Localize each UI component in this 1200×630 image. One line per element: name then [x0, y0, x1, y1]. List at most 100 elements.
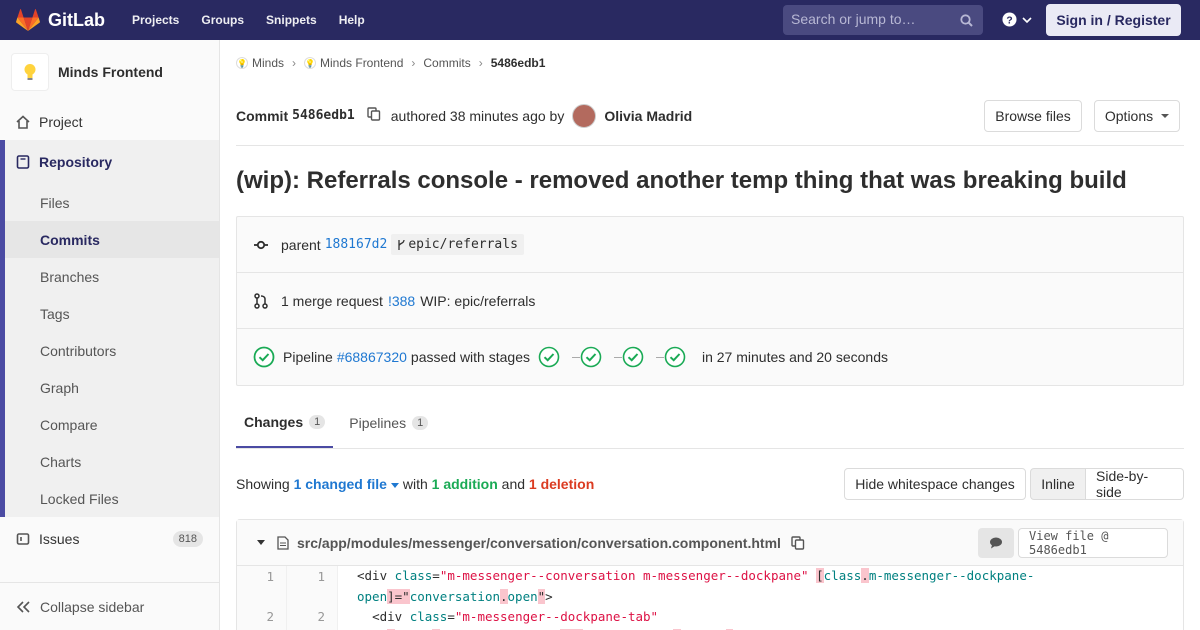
sign-in-button[interactable]: Sign in / Register	[1046, 4, 1181, 36]
with-text: with	[402, 476, 428, 492]
home-icon	[16, 114, 30, 129]
copy-icon[interactable]	[791, 535, 805, 550]
collapse-file-toggle[interactable]	[257, 540, 265, 545]
new-line-number[interactable]: 2	[287, 607, 338, 627]
tab-changes[interactable]: Changes 1	[236, 398, 334, 448]
gitlab-logo-link[interactable]: GitLab	[16, 9, 105, 31]
merge-request-row: 1 merge request !388 WIP: epic/referrals	[237, 273, 1183, 329]
diff-line: 1 1 <div class="m-messenger--conversatio…	[237, 566, 1183, 587]
sidebar-item-charts[interactable]: Charts	[0, 443, 219, 480]
sidebar-item-locked-files[interactable]: Locked Files	[0, 480, 219, 517]
copy-sha-button[interactable]	[367, 107, 381, 124]
inline-view-button[interactable]: Inline	[1030, 468, 1086, 500]
sidebar-item-project[interactable]: Project	[0, 103, 219, 140]
pipeline-row: Pipeline #68867320 passed with stages in…	[237, 329, 1183, 385]
old-line-number	[237, 587, 287, 607]
author-name[interactable]: Olivia Madrid	[604, 108, 692, 124]
sidebar-item-label: Repository	[39, 154, 113, 170]
sidebar-item-files[interactable]: Files	[0, 184, 219, 221]
diff-line: 2 2 <div class="m-messenger--dockpane-ta…	[237, 607, 1183, 627]
hide-whitespace-button[interactable]: Hide whitespace changes	[844, 468, 1026, 500]
stage-connector	[655, 356, 664, 358]
pipeline-stages	[538, 346, 698, 368]
merge-request-icon	[254, 292, 268, 309]
svg-text:?: ?	[1006, 15, 1012, 26]
branch-name: epic/referrals	[408, 237, 518, 252]
breadcrumb-current[interactable]: 5486edb1	[491, 56, 546, 70]
search-placeholder: Search or jump to…	[791, 11, 916, 27]
sidebar-item-compare[interactable]: Compare	[0, 406, 219, 443]
branch-ref[interactable]: epic/referrals	[391, 234, 524, 255]
toggle-comments-button[interactable]	[978, 528, 1014, 558]
diff-file: src/app/modules/messenger/conversation/c…	[236, 519, 1184, 630]
new-line-number[interactable]: 1	[287, 566, 338, 587]
stage-success-icon[interactable]	[622, 346, 644, 368]
nav-snippets[interactable]: Snippets	[266, 13, 317, 27]
sidebar-item-tags[interactable]: Tags	[0, 295, 219, 332]
code-line: open]="conversation.open">	[357, 589, 553, 604]
sidebar-repository-section: Repository Files Commits Branches Tags C…	[0, 140, 219, 517]
project-avatar-small: 💡	[304, 57, 317, 69]
changed-files-dropdown[interactable]: 1 changed file	[294, 476, 399, 492]
deletions-count: 1 deletion	[528, 476, 595, 492]
nav-groups[interactable]: Groups	[201, 13, 244, 27]
sidebar-item-contributors[interactable]: Contributors	[0, 332, 219, 369]
sidebar-item-graph[interactable]: Graph	[0, 369, 219, 406]
project-name: Minds Frontend	[58, 63, 163, 80]
nav-projects[interactable]: Projects	[132, 13, 179, 27]
tab-label: Changes	[244, 414, 304, 430]
file-path[interactable]: src/app/modules/messenger/conversation/c…	[297, 535, 781, 551]
breadcrumb-item[interactable]: 💡 Minds	[236, 56, 284, 70]
book-icon	[16, 155, 30, 169]
gitlab-logo-icon	[16, 9, 40, 31]
breadcrumb-item[interactable]: 💡 Minds Frontend	[304, 56, 403, 70]
pipeline-link[interactable]: #68867320	[337, 349, 407, 365]
tab-pipelines[interactable]: Pipelines 1	[341, 398, 436, 448]
diff-line: open]="conversation.open">	[237, 587, 1183, 607]
showing-text: Showing	[236, 476, 290, 492]
chevron-right-icon: ›	[411, 56, 416, 70]
old-line-number[interactable]: 1	[237, 566, 287, 587]
search-input[interactable]: Search or jump to…	[783, 5, 983, 35]
stage-success-icon[interactable]	[538, 346, 560, 368]
parent-sha-link[interactable]: 188167d2	[325, 237, 388, 252]
chevron-down-icon	[1022, 16, 1032, 23]
collapse-sidebar-button[interactable]: Collapse sidebar	[0, 582, 219, 630]
author-avatar[interactable]	[572, 103, 597, 128]
parent-label: parent	[281, 236, 321, 253]
diff-summary-bar: Showing 1 changed file with 1 addition a…	[236, 449, 1184, 519]
group-avatar: 💡	[236, 57, 248, 69]
sidebar-item-label: Issues	[39, 531, 80, 547]
sidebar-item-branches[interactable]: Branches	[0, 258, 219, 295]
caret-down-icon	[390, 482, 399, 488]
browse-files-button[interactable]: Browse files	[984, 100, 1082, 132]
copy-icon	[367, 107, 380, 121]
issues-count-badge: 818	[172, 531, 203, 547]
sidebar-item-issues[interactable]: Issues 818	[0, 517, 219, 561]
commit-info-box: parent 188167d2 epic/referrals 1 merge r…	[236, 216, 1184, 386]
sidebar-item-commits[interactable]: Commits	[0, 221, 219, 258]
commit-label: Commit	[236, 107, 289, 124]
stage-success-icon[interactable]	[580, 346, 602, 368]
branch-icon	[398, 239, 405, 250]
options-dropdown[interactable]: Options	[1094, 100, 1180, 132]
view-file-button[interactable]: View file @ 5486edb1	[1018, 528, 1168, 558]
stage-success-icon[interactable]	[664, 346, 686, 368]
diff-file-header: src/app/modules/messenger/conversation/c…	[237, 520, 1183, 566]
breadcrumb-label: Minds	[252, 56, 285, 70]
nav-help[interactable]: Help	[339, 13, 365, 27]
help-dropdown[interactable]: ?	[1002, 12, 1032, 27]
sidebar-project-header[interactable]: Minds Frontend	[0, 40, 219, 103]
mr-link[interactable]: !388	[388, 293, 415, 309]
side-by-side-button[interactable]: Side-by-side	[1085, 468, 1184, 500]
old-line-number[interactable]: 2	[237, 607, 287, 627]
new-line-number	[287, 587, 338, 607]
search-icon	[960, 14, 973, 27]
breadcrumb-item[interactable]: Commits	[423, 56, 470, 70]
diff-content: 1 1 <div class="m-messenger--conversatio…	[237, 566, 1183, 630]
project-avatar	[11, 52, 49, 91]
status-success-icon[interactable]	[253, 346, 275, 368]
file-icon	[277, 535, 289, 550]
sidebar-item-repository[interactable]: Repository	[0, 140, 219, 184]
question-icon: ?	[1002, 12, 1017, 27]
